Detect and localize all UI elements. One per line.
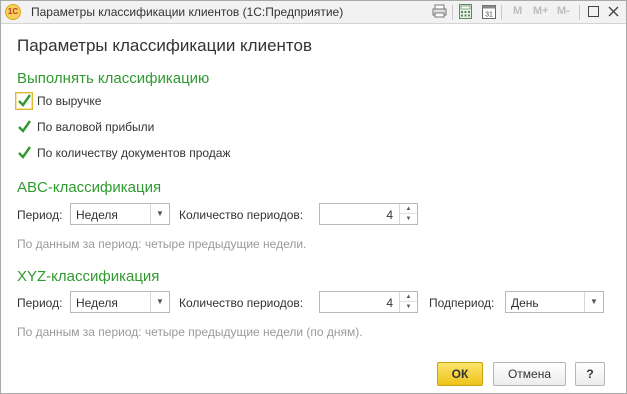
spin-buttons: ▲ ▼: [399, 292, 417, 312]
check-mark-icon: [18, 94, 31, 107]
option-label: По выручке: [37, 94, 102, 108]
abc-period-select[interactable]: Неделя ▼: [70, 203, 170, 225]
chevron-down-icon[interactable]: ▼: [150, 292, 169, 312]
spin-value: 4: [386, 296, 393, 310]
toolbar-separator: [501, 5, 502, 20]
calendar-icon[interactable]: 31: [480, 4, 497, 21]
ok-button[interactable]: ОК: [437, 362, 483, 386]
xyz-subperiod-select[interactable]: День ▼: [505, 291, 604, 313]
check-mark-icon: [18, 120, 31, 133]
print-icon[interactable]: [431, 4, 448, 21]
dialog-window: 1С Параметры классификации клиентов (1С:…: [0, 0, 627, 394]
xyz-count-label: Количество периодов:: [179, 296, 304, 310]
help-button[interactable]: ?: [575, 362, 605, 386]
option-label: По валовой прибыли: [37, 120, 155, 134]
memory-mplus-button[interactable]: M+: [533, 5, 549, 17]
select-value: Неделя: [76, 208, 118, 222]
memory-mminus-button[interactable]: M-: [557, 5, 570, 17]
chevron-down-icon[interactable]: ▼: [150, 204, 169, 224]
xyz-group-title: XYZ-классификация: [17, 268, 160, 285]
spin-down-icon[interactable]: ▼: [400, 214, 417, 224]
xyz-count-field[interactable]: 4 ▲ ▼: [319, 291, 418, 313]
xyz-period-label: Период:: [17, 296, 63, 310]
window-title: Параметры классификации клиентов (1С:Пре…: [31, 5, 344, 19]
select-value: День: [511, 296, 539, 310]
abc-count-field[interactable]: 4 ▲ ▼: [319, 203, 418, 225]
form-title: Параметры классификации клиентов: [17, 36, 313, 55]
calculator-icon[interactable]: [457, 4, 474, 21]
perform-group-title: Выполнять классификацию: [17, 70, 210, 87]
xyz-hint: По данным за период: четыре предыдущие н…: [17, 325, 363, 339]
abc-hint: По данным за период: четыре предыдущие н…: [17, 237, 307, 251]
maximize-icon[interactable]: [585, 4, 602, 21]
check-mark-icon: [18, 146, 31, 159]
close-icon[interactable]: [605, 4, 622, 21]
app-logo-text: 1С: [7, 7, 19, 16]
title-bar: 1С Параметры классификации клиентов (1С:…: [1, 1, 626, 24]
abc-count-label: Количество периодов:: [179, 208, 304, 222]
cancel-button[interactable]: Отмена: [493, 362, 566, 386]
checkbox-by-revenue[interactable]: [15, 92, 33, 110]
spin-buttons: ▲ ▼: [399, 204, 417, 224]
chevron-down-icon[interactable]: ▼: [584, 292, 603, 312]
checkbox-by-sales-docs[interactable]: [15, 144, 33, 162]
spin-up-icon[interactable]: ▲: [400, 292, 417, 302]
select-value: Неделя: [76, 296, 118, 310]
toolbar-separator: [452, 5, 453, 20]
abc-period-label: Период:: [17, 208, 63, 222]
toolbar-separator: [579, 5, 580, 20]
abc-group-title: ABC-классификация: [17, 179, 162, 196]
option-label: По количеству документов продаж: [37, 146, 231, 160]
memory-m-button[interactable]: M: [513, 5, 522, 17]
checkbox-by-gross-profit[interactable]: [15, 118, 33, 136]
app-logo-icon[interactable]: 1С: [5, 4, 21, 20]
spin-up-icon[interactable]: ▲: [400, 204, 417, 214]
svg-text:31: 31: [485, 12, 493, 19]
xyz-period-select[interactable]: Неделя ▼: [70, 291, 170, 313]
xyz-subperiod-label: Подпериод:: [429, 296, 495, 310]
spin-down-icon[interactable]: ▼: [400, 302, 417, 312]
spin-value: 4: [386, 208, 393, 222]
